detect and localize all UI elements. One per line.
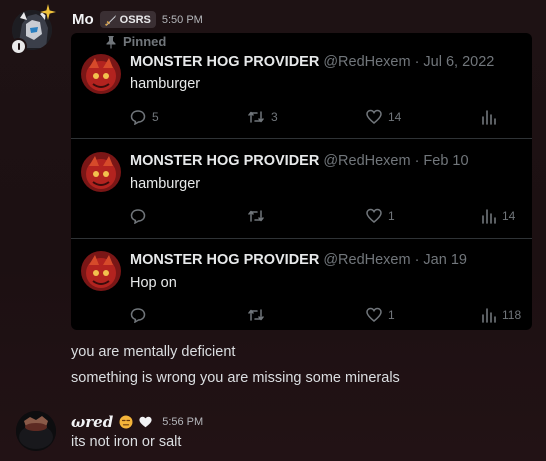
like-button[interactable]: 1 bbox=[366, 207, 395, 225]
views-icon bbox=[482, 308, 496, 323]
avatar-image bbox=[16, 411, 56, 451]
tweet-text: Hop on bbox=[130, 275, 177, 291]
message-header: ωred 5:56 PM bbox=[71, 413, 203, 431]
timestamp: 5:50 PM bbox=[161, 13, 203, 26]
heart-icon bbox=[139, 416, 152, 428]
server-tag-label: OSRS bbox=[119, 13, 151, 26]
avatar-wred[interactable] bbox=[16, 411, 56, 451]
retweet-button[interactable] bbox=[247, 306, 271, 324]
status-badge bbox=[10, 38, 27, 55]
tweet-header: MONSTER HOG PROVIDER @RedHexem · Feb 10 bbox=[130, 153, 469, 169]
tweet-author-name[interactable]: MONSTER HOG PROVIDER bbox=[130, 153, 319, 169]
views-button[interactable]: 118 bbox=[482, 306, 521, 324]
server-tag[interactable]: OSRS bbox=[99, 11, 156, 28]
heart-icon bbox=[366, 109, 382, 124]
message-header: Mo OSRS 5:50 PM bbox=[72, 11, 203, 28]
username[interactable]: Mo bbox=[72, 11, 94, 28]
heart-icon bbox=[366, 307, 382, 322]
tweet-avatar-image bbox=[81, 251, 121, 291]
tweet-embed[interactable]: Pinned MONSTER HOG PROVIDER @RedHexem · … bbox=[71, 33, 532, 330]
tweet-card[interactable]: MONSTER HOG PROVIDER @RedHexem · Jan 19 … bbox=[71, 239, 532, 330]
username[interactable]: ωred bbox=[71, 413, 113, 431]
reply-button[interactable] bbox=[130, 306, 152, 324]
message-text: its not iron or salt bbox=[71, 434, 182, 450]
views-button[interactable] bbox=[482, 108, 502, 126]
tweet-author-name[interactable]: MONSTER HOG PROVIDER bbox=[130, 54, 319, 70]
sparkle-icon bbox=[40, 4, 56, 20]
tweet-author-avatar[interactable] bbox=[81, 251, 121, 291]
reply-icon bbox=[130, 209, 146, 224]
view-count: 118 bbox=[502, 308, 522, 322]
tweet-actions: 1 118 bbox=[130, 306, 526, 324]
tweet-author-handle[interactable]: @RedHexem bbox=[323, 252, 410, 268]
reply-button[interactable] bbox=[130, 207, 152, 225]
tweet-date[interactable]: Jul 6, 2022 bbox=[423, 54, 494, 70]
tweet-avatar-image bbox=[81, 152, 121, 192]
tweet-separator: · bbox=[414, 252, 420, 268]
tweet-separator: · bbox=[414, 153, 420, 169]
tweet-header: MONSTER HOG PROVIDER @RedHexem · Jan 19 bbox=[130, 252, 467, 268]
tweet-header: MONSTER HOG PROVIDER @RedHexem · Jul 6, … bbox=[130, 54, 494, 70]
tweet-author-avatar[interactable] bbox=[81, 152, 121, 192]
views-icon bbox=[482, 209, 496, 224]
timestamp: 5:56 PM bbox=[162, 416, 204, 428]
like-count: 1 bbox=[388, 308, 395, 322]
tweet-actions: 1 14 bbox=[130, 207, 526, 225]
message-group-mo: Mo OSRS 5:50 PM Pinned MONSTER HOG PROVI… bbox=[0, 0, 546, 392]
tweet-author-handle[interactable]: @RedHexem bbox=[323, 54, 410, 70]
retweet-icon bbox=[248, 309, 264, 321]
tweet-author-avatar[interactable] bbox=[81, 54, 121, 94]
retweet-icon bbox=[248, 210, 264, 222]
tweet-date[interactable]: Jan 19 bbox=[423, 252, 467, 268]
like-button[interactable]: 1 bbox=[366, 306, 395, 324]
reply-count: 5 bbox=[152, 110, 159, 124]
reply-icon bbox=[130, 110, 146, 125]
tweet-author-handle[interactable]: @RedHexem bbox=[323, 153, 410, 169]
tweet-text: hamburger bbox=[130, 176, 201, 192]
like-button[interactable]: 14 bbox=[366, 108, 401, 126]
tweet-author-name[interactable]: MONSTER HOG PROVIDER bbox=[130, 252, 319, 268]
retweet-icon bbox=[248, 111, 264, 123]
reply-button[interactable]: 5 bbox=[130, 108, 159, 126]
message-text: you are mentally deficient bbox=[71, 344, 236, 360]
views-button[interactable]: 14 bbox=[482, 207, 515, 225]
sword-icon bbox=[104, 14, 116, 26]
tweet-actions: 5 3 14 bbox=[130, 108, 526, 126]
tweet-card[interactable]: MONSTER HOG PROVIDER @RedHexem · Jul 6, … bbox=[71, 33, 532, 137]
like-count: 1 bbox=[388, 209, 395, 223]
emoji-unamused-icon bbox=[119, 415, 133, 429]
message-text: something is wrong you are missing some … bbox=[71, 370, 400, 386]
tweet-avatar-image bbox=[81, 54, 121, 94]
retweet-count: 3 bbox=[271, 110, 278, 124]
tweet-separator: · bbox=[414, 54, 420, 70]
heart-icon bbox=[366, 208, 382, 223]
retweet-button[interactable]: 3 bbox=[247, 108, 278, 126]
message-group-wred: ωred 5:56 PM its not iron or salt bbox=[0, 400, 546, 461]
retweet-button[interactable] bbox=[247, 207, 271, 225]
tweet-card[interactable]: MONSTER HOG PROVIDER @RedHexem · Feb 10 … bbox=[71, 139, 532, 238]
like-count: 14 bbox=[388, 110, 402, 124]
view-count: 14 bbox=[502, 209, 516, 223]
views-icon bbox=[482, 110, 496, 125]
tweet-text: hamburger bbox=[130, 76, 201, 92]
reply-icon bbox=[130, 308, 146, 323]
tweet-date[interactable]: Feb 10 bbox=[423, 153, 468, 169]
